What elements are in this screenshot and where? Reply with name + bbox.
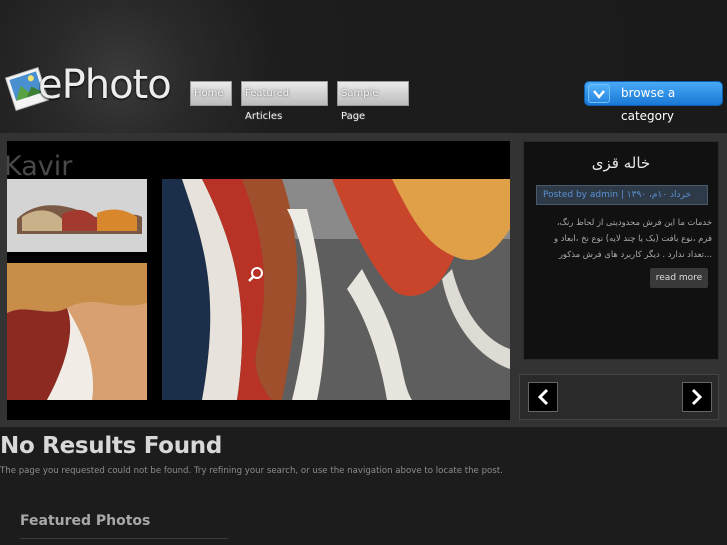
rug-thumbnail-bottom [7, 263, 147, 400]
zoom-magnifier-icon[interactable] [247, 266, 265, 284]
site-logo[interactable]: ePhoto [4, 60, 172, 120]
page-title: No Results Found [0, 433, 222, 459]
nav-featured-articles[interactable]: Featured Articles [241, 81, 328, 122]
nav-home[interactable]: Home [190, 81, 232, 106]
divider [20, 538, 228, 539]
post-preview-panel: خاله قزی Posted by admin | خرداد ۱۰م، ۱۳… [523, 141, 719, 360]
chevron-down-icon [588, 84, 610, 103]
rug-thumbnail-top [7, 179, 147, 252]
main-nav: Home Featured Articles Sample Page [190, 81, 409, 122]
nav-sample-page[interactable]: Sample Page [337, 81, 409, 122]
slide-image-area[interactable]: Kavir [7, 141, 510, 420]
post-excerpt: خدمات ما این فرش محدودیتی از لحاظ رنگ، ف… [554, 217, 712, 259]
logo-text: ePhoto [38, 62, 172, 108]
next-slide-button[interactable] [682, 382, 712, 412]
arrow-right-icon [691, 388, 703, 406]
read-more-button[interactable]: read more [650, 268, 708, 288]
post-title[interactable]: خاله قزی [524, 154, 718, 172]
featured-photos-heading: Featured Photos [20, 513, 151, 529]
browse-category-button[interactable]: browse a category [584, 81, 723, 123]
previous-slide-button[interactable] [528, 382, 558, 412]
post-meta: Posted by admin | خرداد ۱۰م، ۱۳۹۰ [536, 185, 708, 205]
not-found-message: The page you requested could not be foun… [0, 466, 503, 476]
arrow-left-icon [537, 388, 549, 406]
browse-category-label: browse a category [621, 86, 676, 123]
site-header: ePhoto Home Featured Articles Sample Pag… [0, 0, 727, 133]
slider-controls [519, 374, 719, 420]
rug-main-photo [162, 179, 510, 400]
slide-title: Kavir [7, 151, 73, 182]
